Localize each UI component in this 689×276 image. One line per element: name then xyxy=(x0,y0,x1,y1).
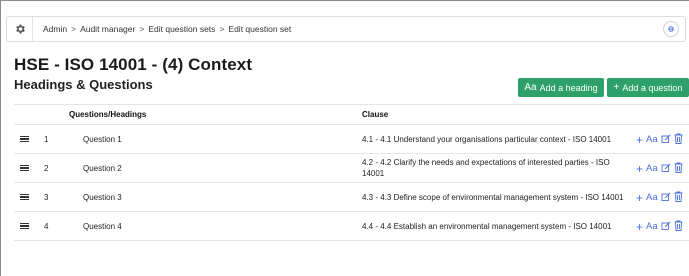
row-actions: + Aa xyxy=(636,220,683,233)
drag-handle-icon[interactable] xyxy=(14,136,29,142)
breadcrumb-separator: > xyxy=(71,24,77,34)
breadcrumb-separator: > xyxy=(219,24,225,34)
add-heading-icon[interactable]: Aa xyxy=(646,163,658,174)
row-actions: + Aa xyxy=(636,191,683,204)
breadcrumb-separator: > xyxy=(139,24,145,34)
trash-icon[interactable] xyxy=(674,191,683,204)
breadcrumb-admin[interactable]: Admin xyxy=(43,24,67,34)
drag-handle-icon[interactable] xyxy=(14,165,29,171)
question-text: Question 3 xyxy=(83,192,122,202)
question-text: Question 1 xyxy=(83,134,122,144)
header-clause: Clause xyxy=(362,110,389,119)
breadcrumb-bar: Admin > Audit manager > Edit question se… xyxy=(6,16,686,42)
edit-icon[interactable] xyxy=(661,221,671,233)
question-text: Question 2 xyxy=(83,163,122,173)
clause-text: 4.2 - 4.2 Clarify the needs and expectat… xyxy=(362,158,610,178)
add-heading-icon[interactable]: Aa xyxy=(646,192,658,203)
breadcrumb: Admin > Audit manager > Edit question se… xyxy=(33,24,291,34)
table-row[interactable]: 3 Question 3 4.3 - 4.3 Define scope of e… xyxy=(14,183,689,212)
plus-icon: + xyxy=(613,82,620,93)
table-row[interactable]: 2 Question 2 4.2 - 4.2 Clarify the needs… xyxy=(14,154,689,183)
clause-text: 4.3 - 4.3 Define scope of environmental … xyxy=(362,192,624,202)
row-number: 3 xyxy=(44,192,49,202)
add-question-button[interactable]: + Add a question xyxy=(607,78,689,97)
question-text: Question 4 xyxy=(83,221,122,231)
trash-icon[interactable] xyxy=(674,220,683,233)
table-header: Questions/Headings Clause xyxy=(14,104,689,125)
add-heading-icon[interactable]: Aa xyxy=(646,221,658,232)
edit-icon[interactable] xyxy=(661,192,671,204)
drag-handle-icon[interactable] xyxy=(14,194,29,200)
section-title: Headings & Questions xyxy=(14,77,153,92)
plus-icon[interactable]: + xyxy=(636,192,643,204)
add-question-label: Add a question xyxy=(622,82,683,93)
breadcrumb-edit-question-set: Edit question set xyxy=(228,24,292,34)
page-title: HSE - ISO 14001 - (4) Context xyxy=(14,55,253,74)
clause-text: 4.1 - 4.1 Understand your organisations … xyxy=(362,134,612,144)
breadcrumb-edit-question-sets[interactable]: Edit question sets xyxy=(148,24,215,34)
plus-icon[interactable]: + xyxy=(636,163,643,175)
add-heading-icon[interactable]: Aa xyxy=(646,134,658,145)
trash-icon[interactable] xyxy=(674,133,683,146)
header-questions: Questions/Headings xyxy=(69,110,147,119)
gear-icon[interactable] xyxy=(7,17,33,41)
row-actions: + Aa xyxy=(636,162,683,175)
clause-text: 4.4 - 4.4 Establish an environmental man… xyxy=(362,221,612,231)
row-number: 1 xyxy=(44,134,49,144)
row-number: 2 xyxy=(44,163,49,173)
drag-handle-icon[interactable] xyxy=(14,223,29,229)
heading-glyph-icon: Aa xyxy=(524,82,537,93)
edit-icon[interactable] xyxy=(661,163,671,175)
plus-icon[interactable]: + xyxy=(636,221,643,233)
table-row[interactable]: 4 Question 4 4.4 - 4.4 Establish an envi… xyxy=(14,212,689,241)
chevron-circle-icon[interactable] xyxy=(663,21,679,37)
breadcrumb-audit-manager[interactable]: Audit manager xyxy=(80,24,135,34)
trash-icon[interactable] xyxy=(674,162,683,175)
row-number: 4 xyxy=(44,221,49,231)
table-row[interactable]: 1 Question 1 4.1 - 4.1 Understand your o… xyxy=(14,125,689,154)
add-heading-label: Add a heading xyxy=(539,82,598,93)
row-actions: + Aa xyxy=(636,133,683,146)
questions-table: Questions/Headings Clause 1 Question 1 4… xyxy=(14,104,689,241)
add-heading-button[interactable]: Aa Add a heading xyxy=(518,78,604,97)
edit-icon[interactable] xyxy=(661,134,671,146)
plus-icon[interactable]: + xyxy=(636,134,643,146)
